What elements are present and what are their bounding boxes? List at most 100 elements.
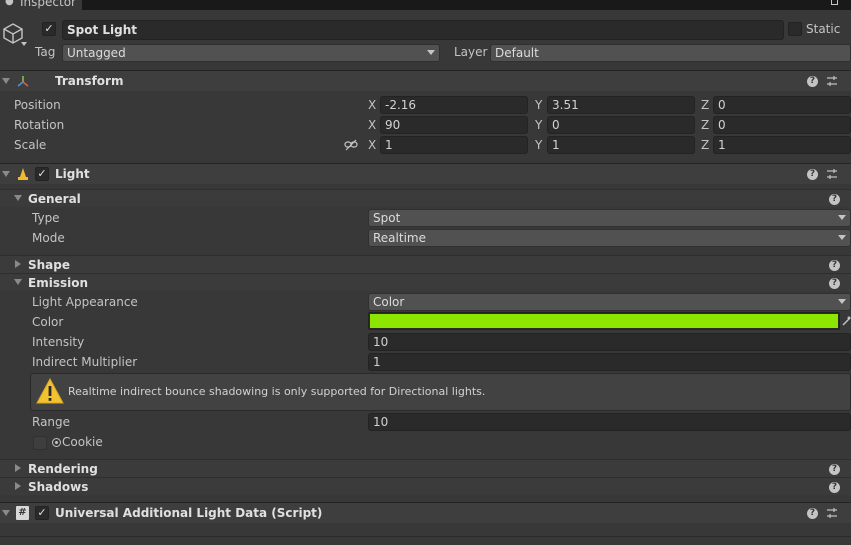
inspector-tab[interactable]: ● Inspector — [0, 0, 82, 10]
warning-text: Realtime indirect bounce shadowing is on… — [68, 385, 486, 398]
gameobject-cube-icon — [3, 23, 23, 44]
rotation-y-field[interactable]: 0 — [547, 116, 695, 134]
eyedropper-icon[interactable] — [842, 316, 851, 326]
intensity-label: Intensity — [32, 335, 85, 349]
scale-y-field[interactable]: 1 — [547, 136, 695, 154]
scale-z-field[interactable]: 1 — [713, 136, 851, 154]
emission-foldout-icon — [14, 279, 22, 285]
color-swatch — [370, 314, 838, 328]
uald-header[interactable]: # ✓ Universal Additional Light Data (Scr… — [0, 502, 851, 523]
indirect-multiplier-field[interactable]: 1 — [368, 353, 851, 371]
color-label: Color — [32, 315, 64, 329]
range-field[interactable]: 10 — [368, 413, 851, 431]
layer-label: Layer — [454, 45, 488, 59]
general-section-header[interactable]: General ? — [0, 189, 851, 207]
position-z-axis: Z — [701, 98, 710, 112]
rendering-title: Rendering — [28, 462, 98, 476]
rotation-y-axis: Y — [535, 118, 543, 132]
help-icon[interactable]: ? — [807, 169, 818, 180]
transform-foldout-icon — [2, 78, 10, 84]
type-label: Type — [32, 211, 60, 225]
static-checkbox[interactable] — [788, 22, 802, 36]
light-title: Light — [55, 167, 90, 181]
inspector-tab-label: Inspector — [20, 0, 76, 9]
rendering-section-header[interactable]: Rendering ? — [0, 459, 851, 477]
general-foldout-icon — [14, 195, 22, 201]
object-name-field[interactable]: Spot Light — [62, 20, 784, 40]
color-swatch-field[interactable] — [368, 312, 840, 330]
tag-dropdown[interactable]: Untagged — [62, 44, 440, 62]
scale-label: Scale — [14, 138, 47, 152]
scale-x-axis: X — [368, 138, 377, 152]
cookie-target-icon — [52, 438, 61, 447]
mode-label: Mode — [32, 231, 65, 245]
inspector-tab-icon: ● — [5, 0, 14, 7]
transform-header[interactable]: Transform ? — [0, 70, 851, 91]
uald-title: Universal Additional Light Data (Script) — [55, 506, 323, 520]
shadows-foldout-icon — [15, 482, 21, 490]
mode-value: Realtime — [373, 231, 426, 245]
transform-axes-icon — [17, 76, 29, 87]
rotation-z-field[interactable]: 0 — [713, 116, 851, 134]
help-icon[interactable]: ? — [829, 482, 840, 493]
chevron-down-icon — [838, 215, 846, 220]
constrain-proportions-link-icon[interactable] — [344, 139, 358, 151]
type-value: Spot — [373, 211, 401, 225]
scale-x-field[interactable]: 1 — [380, 136, 528, 154]
uald-enabled-checkbox[interactable]: ✓ — [35, 506, 49, 520]
type-dropdown[interactable]: Spot — [368, 209, 851, 227]
chevron-down-icon — [838, 299, 846, 304]
position-x-axis: X — [368, 98, 377, 112]
position-x-field[interactable]: -2.16 — [380, 96, 528, 114]
chevron-down-icon — [838, 235, 846, 240]
position-label: Position — [14, 98, 61, 112]
help-icon[interactable]: ? — [829, 464, 840, 475]
component-settings-icon[interactable] — [826, 75, 838, 87]
indirect-multiplier-label: Indirect Multiplier — [32, 355, 138, 369]
help-icon[interactable]: ? — [807, 508, 818, 519]
static-label: Static — [806, 22, 841, 36]
scale-z-axis: Z — [701, 138, 710, 152]
help-icon[interactable]: ? — [829, 260, 840, 271]
light-appearance-value: Color — [373, 295, 405, 309]
intensity-field[interactable]: 10 — [368, 333, 851, 351]
maximize-window-icon[interactable] — [831, 0, 838, 5]
light-foldout-icon — [2, 171, 10, 177]
rotation-x-field[interactable]: 90 — [380, 116, 528, 134]
shadows-section-header[interactable]: Shadows ? — [0, 477, 851, 495]
rotation-label: Rotation — [14, 118, 65, 132]
light-enabled-checkbox[interactable]: ✓ — [35, 167, 49, 181]
shadows-title: Shadows — [28, 480, 89, 494]
rotation-z-axis: Z — [701, 118, 710, 132]
rotation-x-axis: X — [368, 118, 377, 132]
rendering-foldout-icon — [15, 464, 21, 472]
warning-helpbox: Realtime indirect bounce shadowing is on… — [30, 373, 851, 411]
emission-section-header[interactable]: Emission ? — [0, 273, 851, 291]
mode-dropdown[interactable]: Realtime — [368, 229, 851, 247]
light-bulb-icon — [18, 168, 28, 180]
cookie-label: Cookie — [62, 435, 103, 449]
light-header[interactable]: ✓ Light ? — [0, 163, 851, 184]
range-label: Range — [32, 415, 71, 429]
help-icon[interactable]: ? — [829, 278, 840, 289]
cookie-toggle-checkbox[interactable] — [33, 436, 47, 450]
warning-icon — [36, 378, 64, 404]
transform-title: Transform — [55, 74, 124, 88]
chevron-down-icon — [427, 50, 435, 55]
active-checkbox[interactable]: ✓ — [42, 22, 56, 36]
light-appearance-dropdown[interactable]: Color — [368, 293, 851, 311]
help-icon[interactable]: ? — [807, 76, 818, 87]
inspector-tab-bar — [0, 0, 851, 10]
script-hash-icon: # — [16, 506, 29, 520]
layer-dropdown[interactable]: Default — [490, 44, 851, 62]
help-icon[interactable]: ? — [829, 194, 840, 205]
tag-value: Untagged — [67, 46, 126, 60]
shape-section-header[interactable]: Shape ? — [0, 255, 851, 273]
bottom-divider — [0, 536, 851, 537]
component-settings-icon[interactable] — [826, 168, 838, 180]
position-z-field[interactable]: 0 — [713, 96, 851, 114]
general-title: General — [28, 192, 81, 206]
position-y-field[interactable]: 3.51 — [547, 96, 695, 114]
component-settings-icon[interactable] — [826, 507, 838, 519]
gameobject-icon-dropdown[interactable] — [21, 42, 27, 46]
